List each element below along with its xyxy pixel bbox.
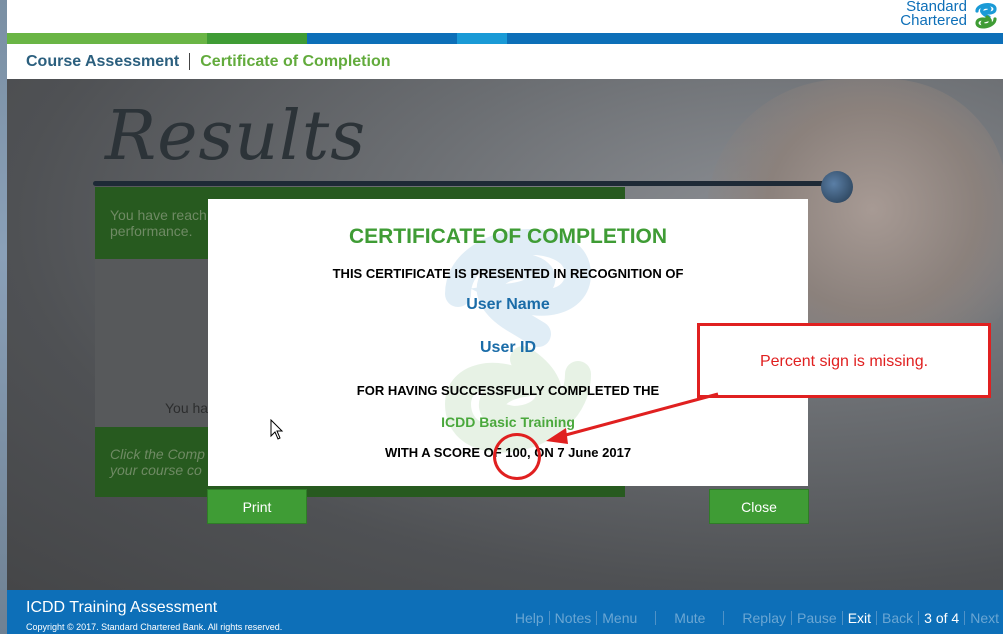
print-button[interactable]: Print <box>207 489 307 524</box>
course-title: ICDD Training Assessment <box>26 599 218 616</box>
brand-name: Standard Chartered <box>900 0 967 28</box>
stripe-segment <box>457 33 507 44</box>
result-summary-text: You have reach performance. <box>110 207 207 239</box>
stripe-segment <box>507 33 1003 44</box>
nav-divider <box>841 611 843 625</box>
nav-divider <box>791 611 792 625</box>
stripe-segment <box>307 33 457 44</box>
results-heading: Results <box>105 97 367 176</box>
back-button[interactable]: Back <box>882 610 913 626</box>
nav-divider <box>876 611 878 625</box>
nav-divider <box>918 611 920 625</box>
course-name: ICDD Basic Training <box>441 414 575 430</box>
replay-button[interactable]: Replay <box>742 610 786 626</box>
app-header: Standard Chartered <box>7 0 1003 33</box>
next-button[interactable]: Next <box>970 610 999 626</box>
pause-button[interactable]: Pause <box>797 610 837 626</box>
breadcrumb-course-assessment: Course Assessment <box>26 52 180 70</box>
nav-divider <box>548 611 550 625</box>
presented-line: THIS CERTIFICATE IS PRESENTED IN RECOGNI… <box>332 266 684 281</box>
annotation-callout: Percent sign is missing. <box>697 323 991 398</box>
footer-nav: Help Notes Menu Mute Replay Pause Exit B… <box>515 610 1003 626</box>
help-button[interactable]: Help <box>515 610 544 626</box>
page-counter: 3 of 4 <box>924 610 960 626</box>
close-button[interactable]: Close <box>709 489 809 524</box>
brand-line-2: Chartered <box>900 12 967 29</box>
mute-button[interactable]: Mute <box>674 610 705 626</box>
certificate-title: CERTIFICATE OF COMPLETION <box>348 225 668 248</box>
user-name: User Name <box>466 296 550 313</box>
nav-divider <box>723 611 725 625</box>
menu-button[interactable]: Menu <box>602 610 637 626</box>
nav-divider <box>596 611 598 625</box>
breadcrumb: Course Assessment Certificate of Complet… <box>7 44 1003 79</box>
mouse-cursor-icon <box>270 419 284 440</box>
header-color-stripe <box>7 33 1003 44</box>
desktop-edge <box>0 0 7 634</box>
breadcrumb-certificate: Certificate of Completion <box>200 52 391 70</box>
app-footer: ICDD Training Assessment Copyright © 201… <box>7 590 1003 634</box>
stripe-segment <box>207 33 307 44</box>
notes-button[interactable]: Notes <box>555 610 592 626</box>
stripe-segment <box>7 33 207 44</box>
annotation-text: Percent sign is missing. <box>759 353 929 370</box>
result-detail-text: You ha <box>165 400 209 416</box>
copyright-text: Copyright © 2017. Standard Chartered Ban… <box>26 622 283 632</box>
annotation-circle <box>493 433 541 480</box>
nav-divider <box>655 611 657 625</box>
nav-divider <box>964 611 966 625</box>
exit-button[interactable]: Exit <box>848 610 871 626</box>
results-underline <box>93 181 833 186</box>
breadcrumb-divider <box>189 53 191 70</box>
standard-chartered-logo-icon <box>975 3 997 29</box>
instruction-text: Click the Comp your course co <box>110 446 205 478</box>
marker-pen-icon <box>821 171 853 203</box>
